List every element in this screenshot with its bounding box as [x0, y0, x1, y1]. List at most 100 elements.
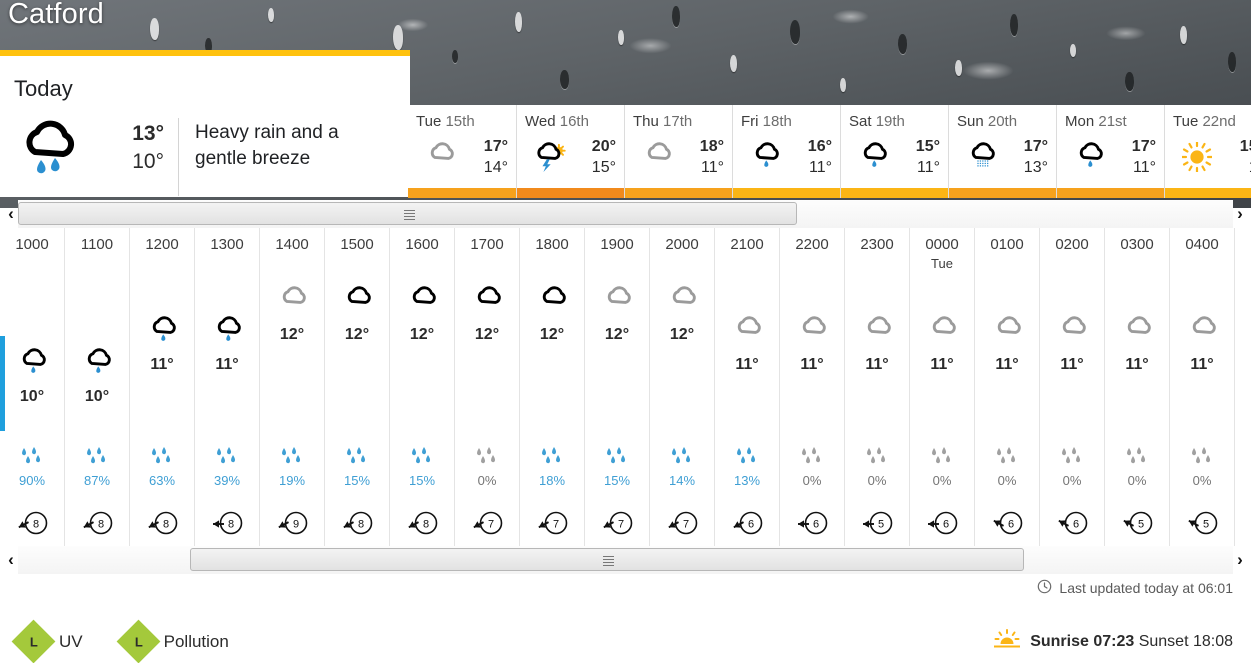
- last-updated: Last updated today at 06:01: [1037, 579, 1233, 597]
- wind-direction-icon: 8: [208, 508, 246, 543]
- hour-precip-chance: 0%: [1127, 473, 1147, 488]
- sunrise-text: Sunrise 07:23: [1030, 632, 1135, 650]
- today-summary-card[interactable]: Today 13° 10° Heavy rain and a gentle br…: [0, 50, 410, 197]
- wind-direction-icon: 6: [728, 508, 766, 543]
- hour-weather: 12°: [390, 286, 454, 344]
- hourly-column[interactable]: 0200 11° 0% 6: [1040, 228, 1105, 546]
- hourly-column[interactable]: 1300 11° 39% 8: [195, 228, 260, 546]
- hourly-column[interactable]: 0300 11° 0% 5: [1105, 228, 1170, 546]
- scrollbar-thumb[interactable]: [190, 548, 1024, 571]
- hourly-column[interactable]: 1200 11° 63% 8: [130, 228, 195, 546]
- svg-text:5: 5: [1203, 519, 1209, 531]
- svg-text:6: 6: [813, 519, 819, 531]
- scrollbar-grip: [404, 210, 415, 222]
- daily-forecast-tabs[interactable]: Tue 15th 17° 14° Wed 16th 20° 15° Thu 17…: [408, 105, 1251, 198]
- hourly-column[interactable]: 0000 Tue 11° 0% 6: [910, 228, 975, 546]
- pollution-index[interactable]: L Pollution: [116, 619, 229, 663]
- day-tab[interactable]: Fri 18th 16° 11°: [732, 105, 840, 198]
- day-high-temp: 17°: [1131, 138, 1156, 155]
- hourly-column[interactable]: 1400 12° 19% 9: [260, 228, 325, 546]
- hour-precipitation: 90%: [0, 446, 64, 488]
- hour-precipitation: 87%: [65, 446, 129, 488]
- rain-icon: [741, 142, 789, 172]
- hour-precip-chance: 0%: [1062, 473, 1082, 488]
- day-tab[interactable]: Sun 20th 17° 13°: [948, 105, 1056, 198]
- raindrops-icon: [604, 447, 630, 470]
- scroll-left-arrow[interactable]: ‹: [2, 549, 20, 571]
- day-temperature-bar: [1165, 188, 1251, 198]
- hourly-column[interactable]: 1500 12° 15% 8: [325, 228, 390, 546]
- hour-precip-chance: 19%: [278, 473, 306, 488]
- hour-wind: 7: [650, 508, 714, 543]
- raindrops-icon: [539, 447, 565, 470]
- hour-wind: 6: [715, 508, 779, 543]
- hour-temperature: 12°: [604, 326, 630, 343]
- scroll-right-arrow[interactable]: ›: [1231, 203, 1249, 225]
- sunrise-sunset: Sunrise 07:23 Sunset 18:08: [993, 629, 1233, 654]
- svg-text:8: 8: [358, 519, 364, 531]
- hourly-column[interactable]: 1000 10° 90% 8: [0, 228, 65, 546]
- today-temperatures: 13° 10°: [98, 118, 164, 176]
- day-tab-temps: 20° 15°: [592, 136, 616, 178]
- hour-weather: 11°: [780, 316, 844, 374]
- day-tab[interactable]: Thu 17th 18° 11°: [624, 105, 732, 198]
- hourly-column[interactable]: 1800 12° 18% 7: [520, 228, 585, 546]
- hourly-column[interactable]: 2300 11° 0% 5: [845, 228, 910, 546]
- hourly-column[interactable]: 1700 12° 0% 7: [455, 228, 520, 546]
- day-tab[interactable]: Tue 22nd 15° 1°: [1164, 105, 1251, 198]
- svg-text:7: 7: [618, 519, 624, 531]
- hour-wind: 5: [1105, 508, 1169, 543]
- day-tab[interactable]: Sat 19th 15° 11°: [840, 105, 948, 198]
- hourly-column[interactable]: 2200 11° 0% 6: [780, 228, 845, 546]
- hourly-column[interactable]: 1600 12° 15% 8: [390, 228, 455, 546]
- hourly-column[interactable]: 1100 10° 87% 8: [65, 228, 130, 546]
- hourly-forecast-table[interactable]: 1000 10° 90% 8 1100 10° 87% 8 1200 11° 6…: [0, 228, 1251, 546]
- scrollbar-thumb[interactable]: [18, 202, 797, 225]
- hourly-column[interactable]: 2100 11° 13% 6: [715, 228, 780, 546]
- daily-forecast-scrollbar[interactable]: ‹ ›: [0, 200, 1251, 228]
- svg-text:7: 7: [488, 519, 494, 531]
- hour-time: 1000: [15, 236, 49, 253]
- pollution-level-diamond: L: [116, 619, 161, 663]
- wind-direction-icon: 6: [923, 508, 961, 543]
- day-high-temp: 20°: [591, 138, 616, 155]
- hour-precipitation: 0%: [1105, 446, 1169, 488]
- hour-temperature: 12°: [344, 326, 370, 343]
- page-title: Catford: [8, 0, 104, 30]
- hour-precipitation: 13%: [715, 446, 779, 488]
- hourly-column[interactable]: 1900 12° 15% 7: [585, 228, 650, 546]
- hour-time: 1200: [145, 236, 179, 253]
- hourly-column[interactable]: 2000 12° 14% 7: [650, 228, 715, 546]
- hour-day-label: Tue: [931, 256, 953, 271]
- day-tab[interactable]: Mon 21st 17° 11°: [1056, 105, 1164, 198]
- hourly-forecast-scrollbar[interactable]: ‹ ›: [0, 546, 1251, 574]
- day-tab-label: Tue 22nd: [1173, 113, 1236, 130]
- day-tab[interactable]: Wed 16th 20° 15°: [516, 105, 624, 198]
- day-tab-temps: 17° 11°: [1132, 136, 1156, 178]
- hour-weather: 11°: [910, 316, 974, 374]
- hour-precip-chance: 15%: [603, 473, 631, 488]
- day-tab[interactable]: Tue 15th 17° 14°: [408, 105, 516, 198]
- raindrops-icon: [929, 447, 955, 470]
- hour-time: 2100: [730, 236, 764, 253]
- hourly-column[interactable]: 0100 11° 0% 6: [975, 228, 1040, 546]
- wind-direction-icon: 6: [988, 508, 1026, 543]
- day-tab-label: Fri 18th: [741, 113, 792, 130]
- cloudy-grey-icon: [650, 286, 714, 322]
- hour-time: 1500: [340, 236, 374, 253]
- scroll-right-arrow[interactable]: ›: [1231, 549, 1249, 571]
- scrollbar-track[interactable]: [18, 546, 1233, 574]
- hour-wind: 8: [65, 508, 129, 543]
- scroll-left-arrow[interactable]: ‹: [2, 203, 20, 225]
- hourly-column[interactable]: 0400 11° 0% 5: [1170, 228, 1235, 546]
- scrollbar-track[interactable]: [18, 200, 1233, 228]
- hour-time: 1900: [600, 236, 634, 253]
- cloudy-grey-icon: [715, 316, 779, 352]
- wind-direction-icon: 8: [143, 508, 181, 543]
- cloudy-grey-icon: [910, 316, 974, 352]
- hour-weather: 12°: [260, 286, 324, 344]
- hour-precip-chance: 0%: [997, 473, 1017, 488]
- uv-index[interactable]: L UV: [11, 619, 83, 663]
- hour-temperature: 11°: [150, 356, 174, 373]
- today-description: Heavy rain and a gentle breeze: [195, 122, 339, 169]
